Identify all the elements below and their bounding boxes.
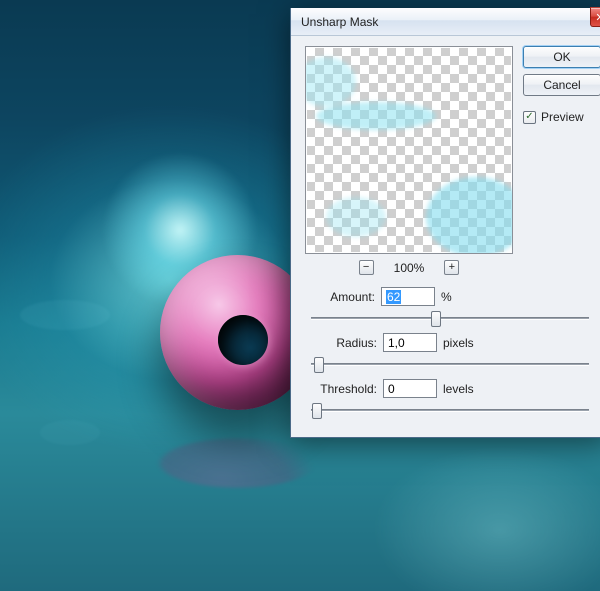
background-splatter [20,300,110,330]
preview-ink [326,197,386,237]
slider-track [311,409,589,411]
amount-slider[interactable] [311,309,589,327]
check-icon: ✓ [525,112,533,122]
dialog-title: Unsharp Mask [301,15,600,29]
preview-ink [316,102,436,130]
radius-label: Radius: [305,336,377,350]
preview-checkbox-label: Preview [541,110,584,124]
radius-unit: pixels [443,336,474,350]
threshold-label: Threshold: [305,382,377,396]
amount-slider-thumb[interactable] [431,311,441,327]
zoom-out-button[interactable]: − [359,260,374,275]
torus-reflection [160,438,315,488]
threshold-slider-thumb[interactable] [312,403,322,419]
threshold-unit: levels [443,382,474,396]
minus-icon: − [363,262,369,273]
zoom-in-button[interactable]: + [444,260,459,275]
cancel-button-label: Cancel [543,78,580,92]
ok-button-label: OK [553,50,570,64]
preview-ink [305,57,356,107]
amount-label: Amount: [305,290,375,304]
ok-button[interactable]: OK [523,46,600,68]
slider-track [311,363,589,365]
cancel-button[interactable]: Cancel [523,74,600,96]
slider-track [311,317,589,319]
preview-image[interactable] [305,46,513,254]
amount-unit: % [441,290,452,304]
plus-icon: + [449,262,455,273]
background-splatter [40,420,100,445]
radius-slider[interactable] [311,355,589,373]
zoom-percent-label: 100% [394,261,425,275]
threshold-slider[interactable] [311,401,589,419]
radius-value: 1,0 [388,336,405,350]
zoom-controls: − 100% + [305,260,513,275]
unsharp-mask-dialog: Unsharp Mask ✕ − 100% + OK Cancel [290,8,600,438]
amount-value: 62 [386,290,401,304]
amount-input[interactable]: 62 [381,287,435,306]
preview-checkbox[interactable]: ✓ [523,111,536,124]
radius-input[interactable]: 1,0 [383,333,437,352]
radius-slider-thumb[interactable] [314,357,324,373]
close-icon: ✕ [595,11,600,24]
close-button[interactable]: ✕ [590,7,600,27]
threshold-input[interactable]: 0 [383,379,437,398]
threshold-value: 0 [388,382,395,396]
preview-ink [426,177,513,254]
dialog-titlebar[interactable]: Unsharp Mask ✕ [291,8,600,36]
